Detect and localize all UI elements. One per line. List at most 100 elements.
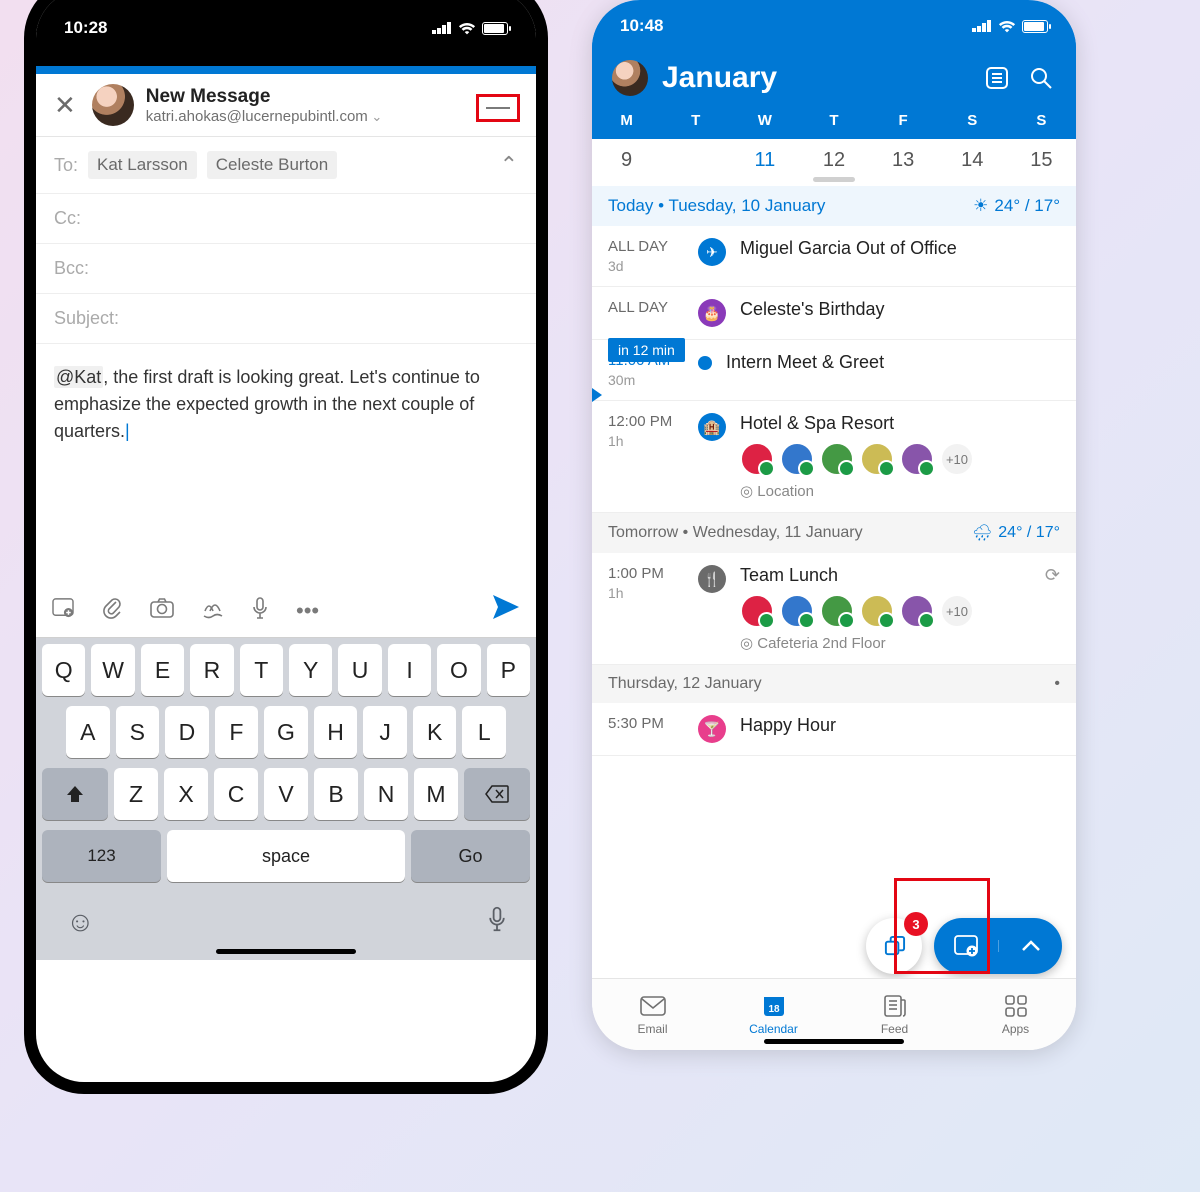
event-type-icon: 🍴 bbox=[698, 565, 726, 593]
attendee-avatar[interactable] bbox=[740, 442, 774, 476]
attendee-avatar[interactable] bbox=[820, 594, 854, 628]
close-icon[interactable]: ✕ bbox=[50, 90, 80, 121]
attach-icon[interactable] bbox=[102, 597, 122, 625]
rich-text-icon[interactable] bbox=[52, 598, 74, 624]
event-type-icon: 🏨 bbox=[698, 413, 726, 441]
attendee-avatar[interactable] bbox=[740, 594, 774, 628]
shift-key[interactable] bbox=[42, 768, 108, 820]
home-indicator[interactable] bbox=[216, 949, 356, 954]
mic-icon[interactable] bbox=[252, 597, 268, 625]
date-strip[interactable]: 9101112131415 bbox=[592, 139, 1076, 186]
date-cell[interactable]: 11 bbox=[730, 149, 799, 172]
today-header: Today • Tuesday, 10 January ☀ 24° / 17° bbox=[592, 186, 1076, 226]
attendee-avatar[interactable] bbox=[900, 442, 934, 476]
key-Y[interactable]: Y bbox=[289, 644, 332, 696]
date-cell[interactable]: 13 bbox=[869, 149, 938, 172]
key-V[interactable]: V bbox=[264, 768, 308, 820]
key-E[interactable]: E bbox=[141, 644, 184, 696]
key-T[interactable]: T bbox=[240, 644, 283, 696]
weather-tomorrow[interactable]: 🌧 24° / 17° bbox=[972, 523, 1060, 543]
key-P[interactable]: P bbox=[487, 644, 530, 696]
num-key[interactable]: 123 bbox=[42, 830, 161, 882]
key-Q[interactable]: Q bbox=[42, 644, 85, 696]
key-M[interactable]: M bbox=[414, 768, 458, 820]
recipient-chip[interactable]: Kat Larsson bbox=[88, 151, 197, 179]
search-icon[interactable] bbox=[1026, 66, 1056, 90]
space-key[interactable]: space bbox=[167, 830, 405, 882]
date-cell[interactable]: 14 bbox=[938, 149, 1007, 172]
tab-apps[interactable]: Apps bbox=[955, 979, 1076, 1050]
key-A[interactable]: A bbox=[66, 706, 110, 758]
key-X[interactable]: X bbox=[164, 768, 208, 820]
key-S[interactable]: S bbox=[116, 706, 160, 758]
attendee-avatar[interactable] bbox=[780, 442, 814, 476]
key-K[interactable]: K bbox=[413, 706, 457, 758]
key-J[interactable]: J bbox=[363, 706, 407, 758]
attendee-more[interactable]: +10 bbox=[940, 594, 974, 628]
more-icon[interactable]: ••• bbox=[296, 598, 319, 624]
key-O[interactable]: O bbox=[437, 644, 480, 696]
calendar-event[interactable]: 1:00 PM1h🍴Team Lunch+10◎ Cafeteria 2nd F… bbox=[592, 553, 1076, 665]
calendar-event[interactable]: 5:30 PM 🍸 Happy Hour bbox=[592, 703, 1076, 756]
key-B[interactable]: B bbox=[314, 768, 358, 820]
key-F[interactable]: F bbox=[215, 706, 259, 758]
month-title[interactable]: January bbox=[662, 61, 968, 95]
key-L[interactable]: L bbox=[462, 706, 506, 758]
key-C[interactable]: C bbox=[214, 768, 258, 820]
mention-tag[interactable]: @Kat bbox=[54, 366, 103, 388]
minimize-button[interactable] bbox=[476, 94, 520, 122]
sender-avatar[interactable] bbox=[92, 84, 134, 126]
attendee-avatar[interactable] bbox=[860, 594, 894, 628]
subject-field[interactable]: Subject: bbox=[36, 294, 536, 344]
compose-window: 10:28 ✕ New Message katri.ahokas@lucerne… bbox=[36, 0, 536, 1082]
key-U[interactable]: U bbox=[338, 644, 381, 696]
key-H[interactable]: H bbox=[314, 706, 358, 758]
compose-title: New Message bbox=[146, 86, 522, 108]
tab-email[interactable]: Email bbox=[592, 979, 713, 1050]
calendar-event[interactable]: ALL DAY🎂Celeste's Birthday bbox=[592, 287, 1076, 340]
weather-thursday[interactable]: • bbox=[1054, 675, 1060, 693]
calendar-icon: 18 bbox=[762, 993, 786, 1019]
date-cell[interactable]: 12 bbox=[799, 149, 868, 172]
key-I[interactable]: I bbox=[388, 644, 431, 696]
go-key[interactable]: Go bbox=[411, 830, 530, 882]
send-button[interactable] bbox=[492, 594, 520, 627]
date-cell[interactable]: 9 bbox=[592, 149, 661, 172]
calendar-event[interactable]: 12:00 PM1h🏨Hotel & Spa Resort+10◎ Locati… bbox=[592, 401, 1076, 513]
key-W[interactable]: W bbox=[91, 644, 134, 696]
attendee-more[interactable]: +10 bbox=[940, 442, 974, 476]
key-Z[interactable]: Z bbox=[114, 768, 158, 820]
recipient-chip[interactable]: Celeste Burton bbox=[207, 151, 337, 179]
date-cell[interactable]: 15 bbox=[1007, 149, 1076, 172]
attendee-avatar[interactable] bbox=[900, 594, 934, 628]
chevron-up-icon[interactable]: ⌃ bbox=[500, 152, 518, 178]
pen-icon[interactable] bbox=[202, 597, 224, 625]
bcc-field[interactable]: Bcc: bbox=[36, 244, 536, 294]
to-field[interactable]: To: Kat Larsson Celeste Burton ⌃ bbox=[36, 137, 536, 194]
key-G[interactable]: G bbox=[264, 706, 308, 758]
keyboard[interactable]: QWERTYUIOP ASDFGHJKL ZXCVBNM 123 space G… bbox=[36, 638, 536, 960]
fab-expand-icon[interactable] bbox=[998, 940, 1062, 952]
dictate-key[interactable] bbox=[488, 906, 506, 939]
calendar-event[interactable]: ALL DAY3d✈Miguel Garcia Out of Office bbox=[592, 226, 1076, 287]
attendee-avatar[interactable] bbox=[780, 594, 814, 628]
key-N[interactable]: N bbox=[364, 768, 408, 820]
key-R[interactable]: R bbox=[190, 644, 233, 696]
key-D[interactable]: D bbox=[165, 706, 209, 758]
expand-handle[interactable] bbox=[813, 177, 855, 182]
emoji-key[interactable]: ☺ bbox=[66, 906, 95, 939]
weather-today[interactable]: ☀ 24° / 17° bbox=[973, 196, 1060, 216]
profile-avatar[interactable] bbox=[612, 60, 648, 96]
backspace-key[interactable] bbox=[464, 768, 530, 820]
cc-field[interactable]: Cc: bbox=[36, 194, 536, 244]
attendee-avatar[interactable] bbox=[860, 442, 894, 476]
home-indicator[interactable] bbox=[764, 1039, 904, 1044]
message-body[interactable]: @Kat, the first draft is looking great. … bbox=[36, 344, 536, 584]
attendee-avatar[interactable] bbox=[820, 442, 854, 476]
camera-icon[interactable] bbox=[150, 598, 174, 624]
date-cell[interactable]: 10 bbox=[661, 149, 730, 172]
signal-icon bbox=[972, 20, 992, 32]
agenda-view-icon[interactable] bbox=[982, 66, 1012, 90]
battery-icon bbox=[1022, 20, 1048, 33]
from-address[interactable]: katri.ahokas@lucernepubintl.com bbox=[146, 108, 522, 125]
